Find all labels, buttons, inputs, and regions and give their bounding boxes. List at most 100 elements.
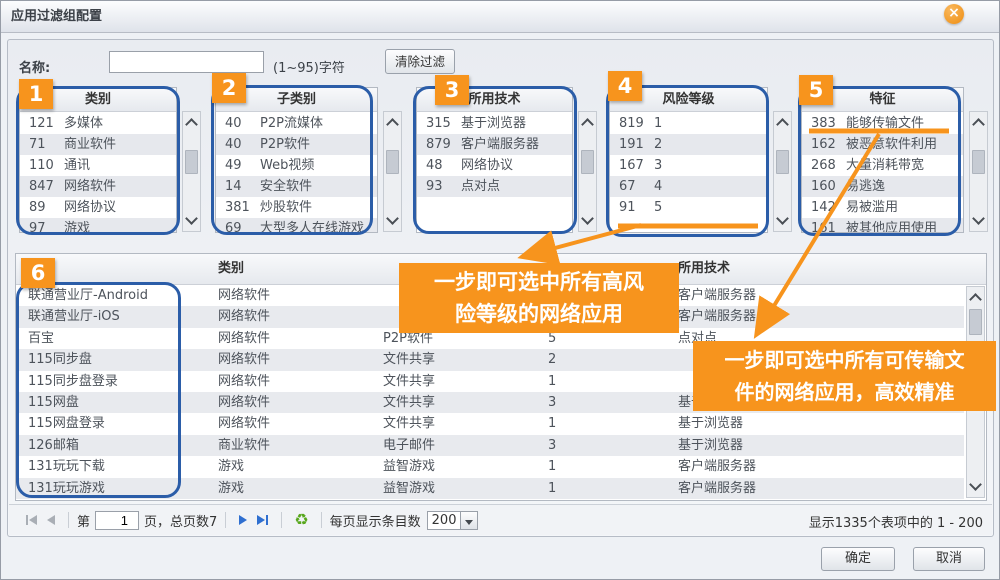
list-item[interactable]: 160 易逃逸 <box>802 176 963 197</box>
scroll-down-icon[interactable] <box>579 212 596 229</box>
list-item[interactable]: 48 网络协议 <box>417 155 572 176</box>
table-row[interactable]: 131玩玩游戏 游戏 益智游戏 1 客户端服务器 <box>16 478 964 499</box>
scroll-up-icon[interactable] <box>384 114 401 131</box>
close-icon[interactable]: × <box>944 4 964 24</box>
refresh-icon[interactable]: ♻ <box>294 512 308 528</box>
list-item[interactable]: 93 点对点 <box>417 176 572 197</box>
scroll-thumb[interactable] <box>969 309 982 335</box>
item-label: 游戏 <box>64 218 176 232</box>
scroll-down-icon[interactable] <box>970 212 987 229</box>
scroll-up-icon[interactable] <box>183 114 200 131</box>
scroll-down-icon[interactable] <box>183 212 200 229</box>
list-item[interactable]: 142 易被滥用 <box>802 197 963 218</box>
list-item[interactable]: 121 多媒体 <box>20 113 176 134</box>
cell-tech: 客户端服务器 <box>678 478 964 499</box>
list-item[interactable]: 14 安全软件 <box>216 176 377 197</box>
list-item[interactable]: 40 P2P流媒体 <box>216 113 377 134</box>
per-page-dropdown[interactable]: 200 <box>427 511 478 530</box>
step-badge-4: 4 <box>608 71 642 101</box>
page-number-input[interactable] <box>95 511 139 530</box>
list-item[interactable]: 67 4 <box>610 176 767 197</box>
subcategory-scrollbar[interactable] <box>383 111 402 232</box>
dialog-title: 应用过滤组配置 <box>11 1 102 32</box>
scroll-down-icon[interactable] <box>384 212 401 229</box>
list-item[interactable]: 91 5 <box>610 197 767 218</box>
list-item[interactable]: 315 基于浏览器 <box>417 113 572 134</box>
category-list-rows: 121 多媒体 71 商业软件 110 通讯 847 <box>20 113 176 232</box>
item-count: 383 <box>802 113 846 134</box>
list-item[interactable]: 191 2 <box>610 134 767 155</box>
scroll-thumb[interactable] <box>972 150 985 174</box>
list-item[interactable]: 167 3 <box>610 155 767 176</box>
item-count: 71 <box>20 134 64 155</box>
list-item[interactable]: 879 客户端服务器 <box>417 134 572 155</box>
scroll-down-icon[interactable] <box>967 478 984 495</box>
item-label: 5 <box>654 197 767 218</box>
cell-subcategory: 文件共享 <box>383 371 548 392</box>
item-label: 网络软件 <box>64 176 176 197</box>
first-page-arrow-icon <box>29 515 37 525</box>
scroll-thumb[interactable] <box>185 150 198 174</box>
list-item[interactable]: 847 网络软件 <box>20 176 176 197</box>
step-badge-6: 6 <box>21 258 55 288</box>
cancel-button[interactable]: 取消 <box>913 547 985 571</box>
per-page-label: 每页显示条目数 <box>330 511 421 530</box>
table-row[interactable]: 126邮箱 商业软件 电子邮件 3 基于浏览器 <box>16 435 964 456</box>
item-count: 89 <box>20 197 64 218</box>
list-item[interactable]: 381 炒股软件 <box>216 197 377 218</box>
cell-category: 网络软件 <box>218 328 383 349</box>
item-label: 基于浏览器 <box>461 113 572 134</box>
item-label: 被恶意软件利用 <box>846 134 963 155</box>
name-input[interactable] <box>109 51 264 73</box>
item-label: P2P软件 <box>260 134 377 155</box>
last-page-button[interactable] <box>257 515 268 525</box>
item-label: 易被滥用 <box>846 197 963 218</box>
list-item[interactable]: 89 网络协议 <box>20 197 176 218</box>
scroll-thumb[interactable] <box>386 150 399 174</box>
list-item[interactable]: 49 Web视频 <box>216 155 377 176</box>
table-row[interactable]: 131玩玩下载 游戏 益智游戏 1 客户端服务器 <box>16 456 964 477</box>
ok-button[interactable]: 确定 <box>821 547 895 571</box>
scroll-up-icon[interactable] <box>967 289 984 306</box>
list-item[interactable]: 383 能够传输文件 <box>802 113 963 134</box>
technology-scrollbar[interactable] <box>578 111 597 232</box>
clear-filter-button[interactable]: 清除过滤 <box>385 49 455 74</box>
list-item[interactable]: 69 大型多人在线游戏 <box>216 218 377 232</box>
item-count: 49 <box>216 155 260 176</box>
item-label: 多媒体 <box>64 113 176 134</box>
characteristic-list-panel: 特征 383 能够传输文件 162 被恶意软件利用 268 大量 <box>801 85 988 235</box>
item-count: 191 <box>610 134 654 155</box>
item-label: 大量消耗带宽 <box>846 155 963 176</box>
prev-page-button[interactable] <box>47 515 55 525</box>
scroll-up-icon[interactable] <box>774 114 791 131</box>
list-item[interactable]: 819 1 <box>610 113 767 134</box>
scroll-thumb[interactable] <box>581 150 594 174</box>
table-row[interactable]: 115网盘登录 网络软件 文件共享 1 基于浏览器 <box>16 413 964 434</box>
scroll-thumb[interactable] <box>776 150 789 174</box>
page-prefix-label: 第 <box>77 511 90 530</box>
list-item[interactable]: 71 商业软件 <box>20 134 176 155</box>
list-item[interactable]: 110 通讯 <box>20 155 176 176</box>
cell-name: 131玩玩下载 <box>16 456 218 477</box>
item-count: 93 <box>417 176 461 197</box>
cell-category: 网络软件 <box>218 392 383 413</box>
category-scrollbar[interactable] <box>182 111 201 232</box>
cell-name: 115网盘 <box>16 392 218 413</box>
scroll-up-icon[interactable] <box>970 114 987 131</box>
scroll-up-icon[interactable] <box>579 114 596 131</box>
list-item[interactable]: 268 大量消耗带宽 <box>802 155 963 176</box>
cell-name: 115同步盘登录 <box>16 371 218 392</box>
list-item[interactable]: 162 被恶意软件利用 <box>802 134 963 155</box>
scroll-down-icon[interactable] <box>774 212 791 229</box>
next-page-icon <box>239 515 247 525</box>
list-item[interactable]: 97 游戏 <box>20 218 176 232</box>
risk-level-scrollbar[interactable] <box>773 111 792 232</box>
list-item[interactable]: 40 P2P软件 <box>216 134 377 155</box>
chevron-down-icon[interactable] <box>461 511 478 530</box>
characteristic-scrollbar[interactable] <box>969 111 988 232</box>
cell-tech: 客户端服务器 <box>678 306 964 327</box>
app-filter-dialog: 应用过滤组配置 × 名称: (1~95)字符 清除过滤 类别 121 多媒体 7… <box>0 0 1000 580</box>
next-page-button[interactable] <box>239 515 247 525</box>
first-page-button[interactable] <box>26 515 37 525</box>
list-item[interactable]: 161 被其他应用使用 <box>802 218 963 232</box>
